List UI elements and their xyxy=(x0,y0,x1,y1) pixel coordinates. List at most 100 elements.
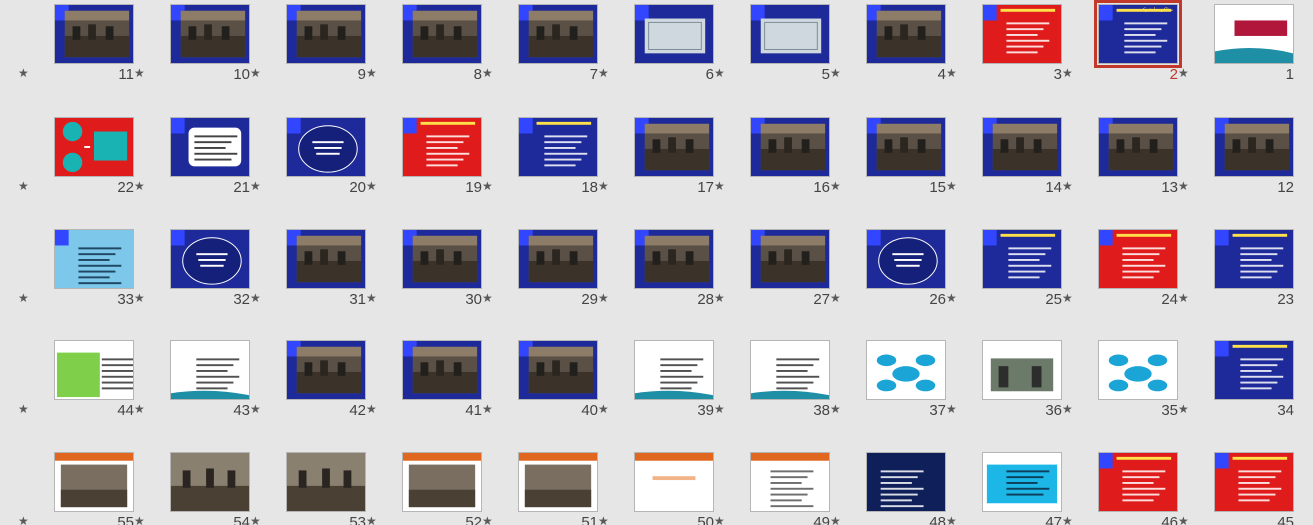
animation-star-icon[interactable]: ★ xyxy=(482,179,493,193)
slide-preview[interactable] xyxy=(866,340,946,400)
slide-preview[interactable] xyxy=(54,452,134,512)
animation-star-icon[interactable]: ★ xyxy=(482,66,493,80)
animation-star-icon[interactable]: ★ xyxy=(134,179,145,193)
slide-thumbnail-36[interactable]: ★ 36 xyxy=(946,340,1062,430)
slide-thumbnail-43[interactable]: ★ 43 xyxy=(134,340,250,430)
slide-preview[interactable] xyxy=(982,4,1062,64)
slide-thumbnail-30[interactable]: ★ 30 xyxy=(366,229,482,319)
slide-thumbnail-54[interactable]: ★ 54 xyxy=(134,452,250,525)
animation-star-icon[interactable]: ★ xyxy=(134,402,145,416)
slide-preview[interactable] xyxy=(982,117,1062,177)
slide-preview[interactable] xyxy=(286,452,366,512)
slide-preview[interactable] xyxy=(170,340,250,400)
animation-star-icon[interactable]: ★ xyxy=(1178,66,1189,80)
slide-thumbnail-40[interactable]: ★ 40 xyxy=(482,340,598,430)
slide-thumbnail-16[interactable]: ★ 16 xyxy=(714,117,830,207)
animation-star-icon[interactable]: ★ xyxy=(946,179,957,193)
animation-star-icon[interactable]: ★ xyxy=(946,402,957,416)
slide-thumbnail-45[interactable]: ★ 45 xyxy=(1178,452,1294,525)
slide-preview[interactable] xyxy=(1098,452,1178,512)
animation-star-icon[interactable]: ★ xyxy=(598,179,609,193)
animation-star-icon[interactable]: ★ xyxy=(250,402,261,416)
slide-thumbnail-33[interactable]: ★ 33 xyxy=(18,229,134,319)
animation-star-icon[interactable]: ★ xyxy=(830,291,841,305)
slide-preview[interactable] xyxy=(518,229,598,289)
animation-star-icon[interactable]: ★ xyxy=(134,66,145,80)
slide-preview[interactable] xyxy=(54,4,134,64)
slide-thumbnail-37[interactable]: ★ 37 xyxy=(830,340,946,430)
slide-preview[interactable] xyxy=(634,117,714,177)
animation-star-icon[interactable]: ★ xyxy=(18,291,29,305)
animation-star-icon[interactable]: ★ xyxy=(366,402,377,416)
slide-preview[interactable] xyxy=(866,4,946,64)
slide-preview[interactable] xyxy=(634,229,714,289)
animation-star-icon[interactable]: ★ xyxy=(1178,514,1189,525)
slide-thumbnail-14[interactable]: ★ 14 xyxy=(946,117,1062,207)
slide-preview[interactable] xyxy=(286,229,366,289)
animation-star-icon[interactable]: ★ xyxy=(1178,402,1189,416)
animation-star-icon[interactable]: ★ xyxy=(250,291,261,305)
slide-thumbnail-47[interactable]: ★ 47 xyxy=(946,452,1062,525)
animation-star-icon[interactable]: ★ xyxy=(1062,402,1073,416)
slide-thumbnail-7[interactable]: ★ 7 xyxy=(482,4,598,94)
slide-preview[interactable] xyxy=(402,117,482,177)
slide-preview[interactable] xyxy=(170,452,250,512)
slide-preview[interactable] xyxy=(54,117,134,177)
slide-thumbnail-18[interactable]: ★ 18 xyxy=(482,117,598,207)
slide-thumbnail-4[interactable]: ★ 4 xyxy=(830,4,946,94)
animation-star-icon[interactable]: ★ xyxy=(1178,179,1189,193)
slide-thumbnail-13[interactable]: ★ 13 xyxy=(1062,117,1178,207)
slide-preview[interactable] xyxy=(982,452,1062,512)
slide-thumbnail-8[interactable]: ★ 8 xyxy=(366,4,482,94)
slide-preview[interactable] xyxy=(866,452,946,512)
slide-preview[interactable] xyxy=(750,4,830,64)
animation-star-icon[interactable]: ★ xyxy=(18,179,29,193)
slide-preview[interactable] xyxy=(634,340,714,400)
slide-thumbnail-31[interactable]: ★ 31 xyxy=(250,229,366,319)
animation-star-icon[interactable]: ★ xyxy=(830,179,841,193)
slide-preview[interactable] xyxy=(1098,229,1178,289)
slide-preview[interactable] xyxy=(750,452,830,512)
animation-star-icon[interactable]: ★ xyxy=(1062,514,1073,525)
slide-thumbnail-28[interactable]: ★ 28 xyxy=(598,229,714,319)
slide-preview[interactable] xyxy=(518,452,598,512)
animation-star-icon[interactable]: ★ xyxy=(1178,291,1189,305)
animation-star-icon[interactable]: ★ xyxy=(598,66,609,80)
animation-star-icon[interactable]: ★ xyxy=(714,66,725,80)
slide-preview[interactable] xyxy=(750,117,830,177)
slide-thumbnail-48[interactable]: ★ 48 xyxy=(830,452,946,525)
animation-star-icon[interactable]: ★ xyxy=(714,514,725,525)
animation-star-icon[interactable]: ★ xyxy=(250,66,261,80)
slide-thumbnail-25[interactable]: ★ 25 xyxy=(946,229,1062,319)
animation-star-icon[interactable]: ★ xyxy=(482,514,493,525)
animation-star-icon[interactable]: ★ xyxy=(714,402,725,416)
animation-star-icon[interactable]: ★ xyxy=(134,291,145,305)
animation-star-icon[interactable]: ★ xyxy=(1062,291,1073,305)
slide-preview[interactable] xyxy=(170,229,250,289)
slide-thumbnail-3[interactable]: ★ 3 xyxy=(946,4,1062,94)
slide-thumbnail-38[interactable]: ★ 38 xyxy=(714,340,830,430)
slide-thumbnail-11[interactable]: ★ 11 xyxy=(18,4,134,94)
slide-preview[interactable] xyxy=(402,4,482,64)
slide-thumbnail-17[interactable]: ★ 17 xyxy=(598,117,714,207)
slide-preview[interactable] xyxy=(1214,229,1294,289)
slide-thumbnail-39[interactable]: ★ 39 xyxy=(598,340,714,430)
slide-thumbnail-24[interactable]: ★ 24 xyxy=(1062,229,1178,319)
slide-preview[interactable] xyxy=(402,229,482,289)
slide-preview[interactable] xyxy=(866,229,946,289)
animation-star-icon[interactable]: ★ xyxy=(18,514,29,525)
slide-thumbnail-21[interactable]: ★ 21 xyxy=(134,117,250,207)
slide-preview[interactable] xyxy=(1098,117,1178,177)
slide-thumbnail-34[interactable]: ★ 34 xyxy=(1178,340,1294,430)
slide-preview[interactable] xyxy=(54,340,134,400)
animation-star-icon[interactable]: ★ xyxy=(598,402,609,416)
animation-star-icon[interactable]: ★ xyxy=(598,291,609,305)
animation-star-icon[interactable]: ★ xyxy=(598,514,609,525)
animation-star-icon[interactable]: ★ xyxy=(830,514,841,525)
animation-star-icon[interactable]: ★ xyxy=(714,291,725,305)
animation-star-icon[interactable]: ★ xyxy=(946,514,957,525)
slide-preview[interactable] xyxy=(1214,117,1294,177)
slide-thumbnail-52[interactable]: ★ 52 xyxy=(366,452,482,525)
animation-star-icon[interactable]: ★ xyxy=(1062,179,1073,193)
animation-star-icon[interactable]: ★ xyxy=(134,514,145,525)
